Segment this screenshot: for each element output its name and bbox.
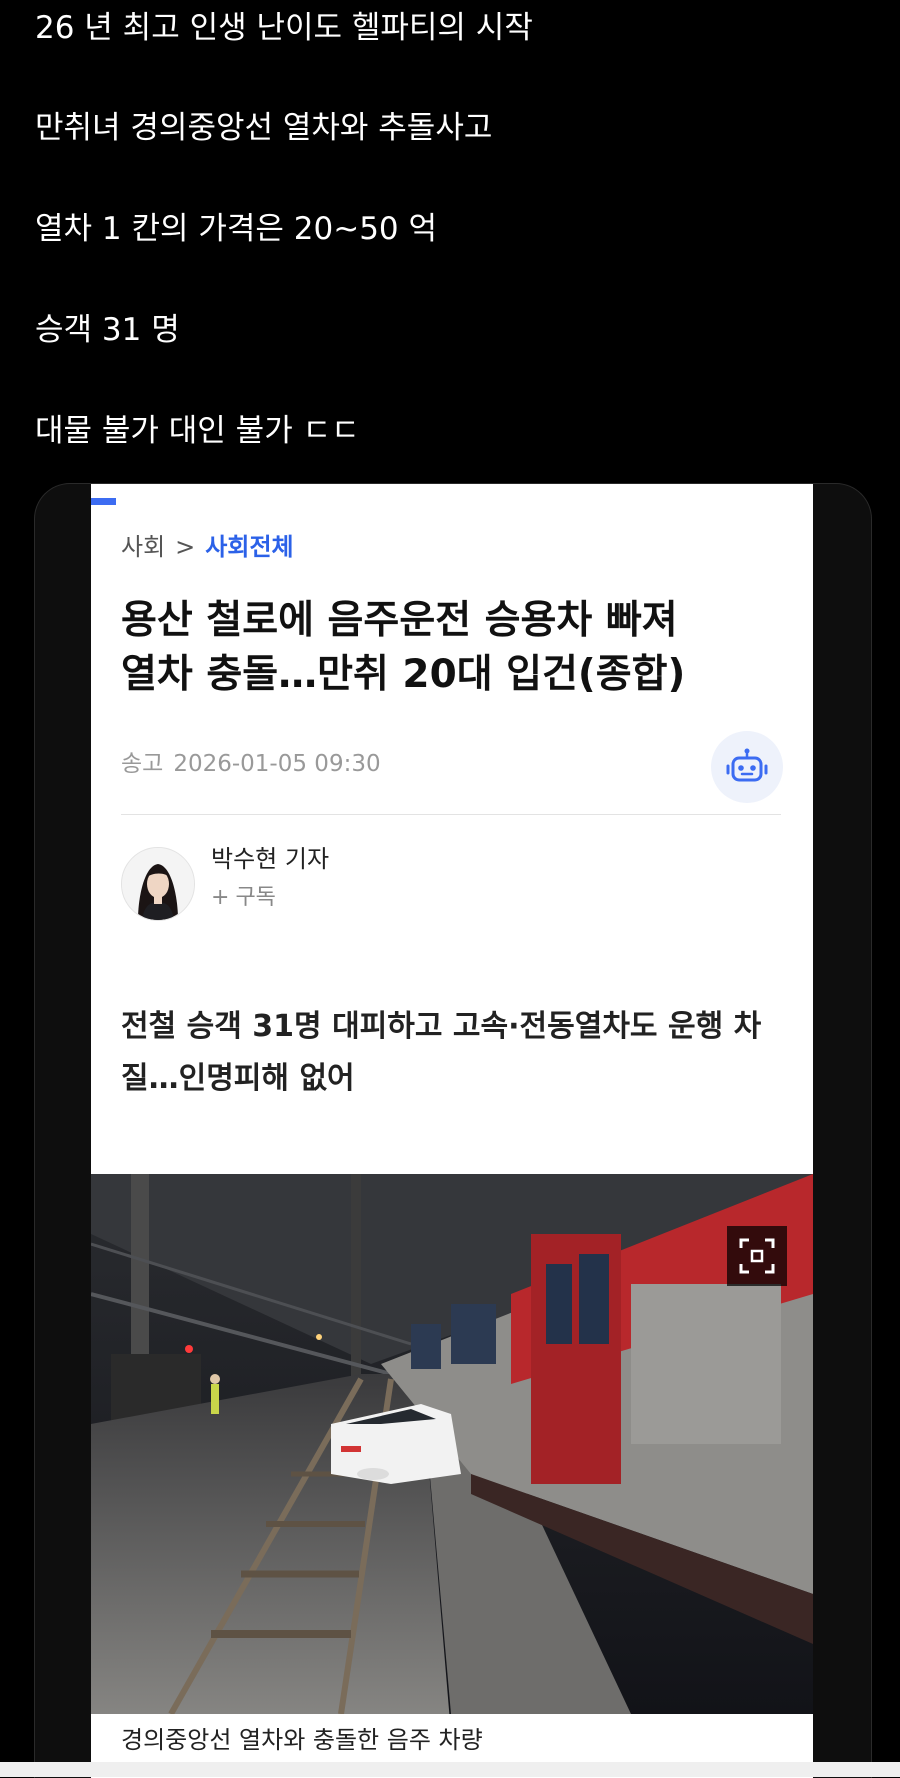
author-name[interactable]: 박수현 기자 xyxy=(211,844,329,874)
post-line: 승객 31 명 xyxy=(35,312,180,348)
author-portrait xyxy=(122,848,194,920)
post-line: 열차 1 칸의 가격은 20~50 억 xyxy=(35,211,438,247)
breadcrumb-current[interactable]: 사회전체 xyxy=(205,533,293,561)
subscribe-button[interactable]: + 구독 xyxy=(211,884,276,912)
plus-icon: + xyxy=(211,885,230,910)
bottom-edge xyxy=(0,1762,900,1777)
send-time: 2026-01-05 09:30 xyxy=(173,751,381,777)
subtitle-line: 전철 승객 31명 대피하고 고속·전동열차도 운행 차 xyxy=(121,1009,762,1044)
breadcrumb: 사회 > 사회전체 xyxy=(121,532,294,562)
publish-info: 송고 2026-01-05 09:30 xyxy=(121,749,381,779)
author-avatar[interactable] xyxy=(121,847,195,921)
headline-line: 열차 충돌…만취 20대 입건(종합) xyxy=(121,652,686,697)
robot-icon xyxy=(726,748,768,782)
post-line: 만취녀 경의중앙선 열차와 추돌사고 xyxy=(35,110,493,146)
post-line: 26 년 최고 인생 난이도 헬파티의 시작 xyxy=(35,10,533,46)
news-photo[interactable] xyxy=(91,1174,813,1714)
news-article: 사회 > 사회전체 용산 철로에 음주운전 승용차 빠져 열차 충돌…만취 20대 … xyxy=(91,484,813,1778)
article-headline: 용산 철로에 음주운전 승용차 빠져 열차 충돌…만취 20대 입건(종합) xyxy=(121,594,771,702)
attached-screenshot[interactable]: 사회 > 사회전체 용산 철로에 음주운전 승용차 빠져 열차 충돌…만취 20대 … xyxy=(34,483,872,1778)
expand-icon xyxy=(739,1238,775,1274)
train-collision-photo xyxy=(91,1174,813,1714)
expand-button[interactable] xyxy=(727,1226,787,1286)
send-label: 송고 xyxy=(121,751,164,777)
chevron-right-icon: > xyxy=(175,533,196,561)
article-subtitle: 전철 승객 31명 대피하고 고속·전동열차도 운행 차 질…인명피해 없어 xyxy=(121,1001,791,1105)
headline-line: 용산 철로에 음주운전 승용차 빠져 xyxy=(121,598,678,643)
subtitle-line: 질…인명피해 없어 xyxy=(121,1061,355,1096)
photo-caption: 경의중앙선 열차와 충돌한 음주 차량 xyxy=(121,1726,483,1754)
breadcrumb-section[interactable]: 사회 xyxy=(121,533,165,561)
subscribe-label: 구독 xyxy=(235,885,276,910)
top-accent-bar xyxy=(91,498,116,505)
divider xyxy=(121,814,781,815)
ai-summary-button[interactable] xyxy=(711,731,783,803)
post-line: 대물 불가 대인 불가 ㄷㄷ xyxy=(35,413,360,449)
